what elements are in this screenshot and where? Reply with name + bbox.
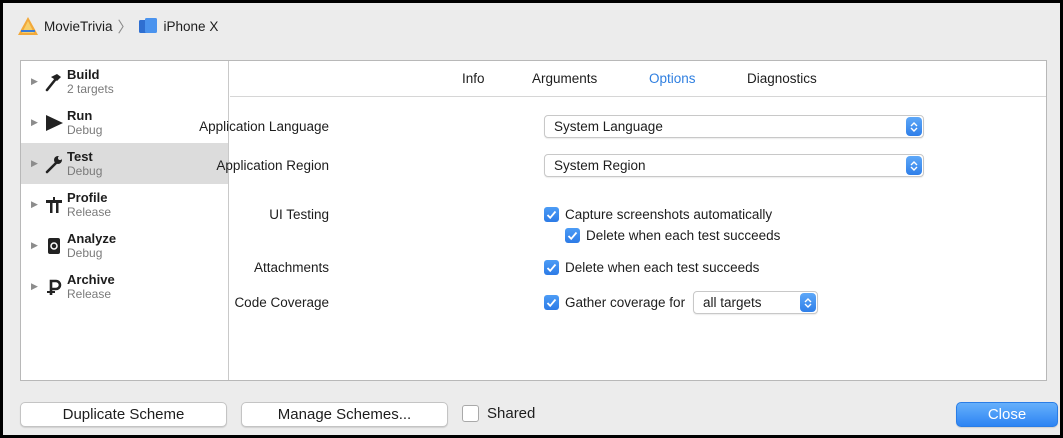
capture-screenshots-checkbox[interactable] bbox=[544, 207, 559, 222]
sidebar-item-subtitle: Debug bbox=[67, 245, 103, 260]
disclosure-triangle-icon[interactable]: ▶ bbox=[31, 199, 39, 210]
delete-on-success-label: Delete when each test succeeds bbox=[586, 228, 781, 243]
sidebar-item-title: Archive bbox=[67, 271, 115, 287]
device-icon bbox=[138, 18, 157, 33]
manage-schemes-button[interactable]: Manage Schemes... bbox=[241, 402, 448, 427]
sidebar-item-subtitle: 2 targets bbox=[67, 81, 114, 96]
profile-icon bbox=[43, 194, 65, 216]
sidebar-item-subtitle: Release bbox=[67, 286, 112, 301]
gather-coverage-option[interactable]: Gather coverage for bbox=[544, 295, 685, 310]
tab-bar: Info Arguments Options Diagnostics bbox=[230, 61, 1046, 97]
sidebar-item-analyze[interactable]: ▶ Analyze Debug bbox=[21, 225, 228, 266]
duplicate-scheme-button[interactable]: Duplicate Scheme bbox=[20, 402, 227, 427]
sidebar-item-subtitle: Debug bbox=[67, 163, 103, 178]
disclosure-triangle-icon[interactable]: ▶ bbox=[31, 240, 39, 251]
app-language-label: Application Language bbox=[199, 119, 329, 134]
wrench-icon bbox=[43, 153, 65, 175]
shared-checkbox[interactable] bbox=[462, 405, 479, 422]
shared-option[interactable]: Shared bbox=[462, 405, 535, 422]
sidebar-item-archive[interactable]: ▶ Archive Release bbox=[21, 266, 228, 307]
gather-coverage-label: Gather coverage for bbox=[565, 295, 686, 310]
attachments-delete-label: Delete when each test succeeds bbox=[565, 260, 760, 275]
app-region-value: System Region bbox=[554, 158, 646, 173]
breadcrumb-device[interactable]: iPhone X bbox=[138, 17, 219, 35]
breadcrumb-project-label: MovieTrivia bbox=[44, 18, 113, 34]
chevron-updown-icon bbox=[800, 293, 816, 312]
tab-info[interactable]: Info bbox=[462, 71, 485, 86]
app-language-value: System Language bbox=[554, 119, 663, 134]
breadcrumb-project[interactable]: MovieTrivia bbox=[17, 16, 113, 36]
shared-label: Shared bbox=[487, 405, 536, 422]
play-icon bbox=[43, 112, 65, 134]
tab-diagnostics[interactable]: Diagnostics bbox=[747, 71, 817, 86]
chevron-updown-icon bbox=[906, 156, 922, 175]
archive-icon bbox=[43, 276, 65, 298]
delete-on-success-checkbox[interactable] bbox=[565, 228, 580, 243]
breadcrumb: MovieTrivia 〉 iPhone X bbox=[3, 3, 1060, 49]
tab-options[interactable]: Options bbox=[649, 71, 696, 86]
analyze-icon bbox=[43, 235, 65, 257]
attachments-delete-checkbox[interactable] bbox=[544, 260, 559, 275]
sidebar-item-test[interactable]: ▶ Test Debug bbox=[21, 143, 228, 184]
delete-on-success-option[interactable]: Delete when each test succeeds bbox=[565, 228, 780, 243]
disclosure-triangle-icon[interactable]: ▶ bbox=[31, 158, 39, 169]
close-button[interactable]: Close bbox=[956, 402, 1058, 427]
options-content: Info Arguments Options Diagnostics Appli… bbox=[199, 61, 1046, 380]
sidebar-item-title: Profile bbox=[67, 189, 108, 205]
scheme-panel: ▶ Build 2 targets ▶ Run Debug ▶ Test Deb… bbox=[20, 60, 1047, 381]
coverage-targets-value: all targets bbox=[703, 295, 762, 310]
xcode-app-icon bbox=[18, 17, 38, 35]
sidebar-item-build[interactable]: ▶ Build 2 targets bbox=[21, 61, 228, 102]
coverage-targets-select[interactable]: all targets bbox=[693, 291, 818, 314]
sidebar-item-title: Run bbox=[67, 107, 93, 123]
gather-coverage-checkbox[interactable] bbox=[544, 295, 559, 310]
chevron-updown-icon bbox=[906, 117, 922, 136]
capture-screenshots-option[interactable]: Capture screenshots automatically bbox=[544, 207, 772, 222]
breadcrumb-separator-icon: 〉 bbox=[117, 18, 133, 36]
code-coverage-label: Code Coverage bbox=[234, 295, 329, 310]
scheme-actions-sidebar: ▶ Build 2 targets ▶ Run Debug ▶ Test Deb… bbox=[21, 61, 229, 380]
disclosure-triangle-icon[interactable]: ▶ bbox=[31, 281, 39, 292]
hammer-icon bbox=[43, 71, 65, 93]
sidebar-item-title: Build bbox=[67, 66, 100, 82]
capture-screenshots-label: Capture screenshots automatically bbox=[565, 207, 773, 222]
app-region-select[interactable]: System Region bbox=[544, 154, 924, 177]
sidebar-item-title: Analyze bbox=[67, 230, 117, 246]
sidebar-item-profile[interactable]: ▶ Profile Release bbox=[21, 184, 228, 225]
disclosure-triangle-icon[interactable]: ▶ bbox=[31, 117, 39, 128]
breadcrumb-device-label: iPhone X bbox=[163, 18, 219, 34]
attachments-delete-option[interactable]: Delete when each test succeeds bbox=[544, 260, 759, 275]
app-language-select[interactable]: System Language bbox=[544, 115, 924, 138]
sidebar-item-title: Test bbox=[67, 148, 93, 164]
tab-arguments[interactable]: Arguments bbox=[532, 71, 597, 86]
app-region-label: Application Region bbox=[216, 158, 329, 173]
disclosure-triangle-icon[interactable]: ▶ bbox=[31, 76, 39, 87]
attachments-label: Attachments bbox=[253, 260, 329, 275]
ui-testing-label: UI Testing bbox=[269, 207, 329, 222]
sidebar-item-subtitle: Debug bbox=[67, 122, 103, 137]
sidebar-item-run[interactable]: ▶ Run Debug bbox=[21, 102, 228, 143]
sidebar-item-subtitle: Release bbox=[67, 204, 112, 219]
scheme-editor-window: MovieTrivia 〉 iPhone X ▶ Build 2 targets bbox=[0, 0, 1063, 438]
